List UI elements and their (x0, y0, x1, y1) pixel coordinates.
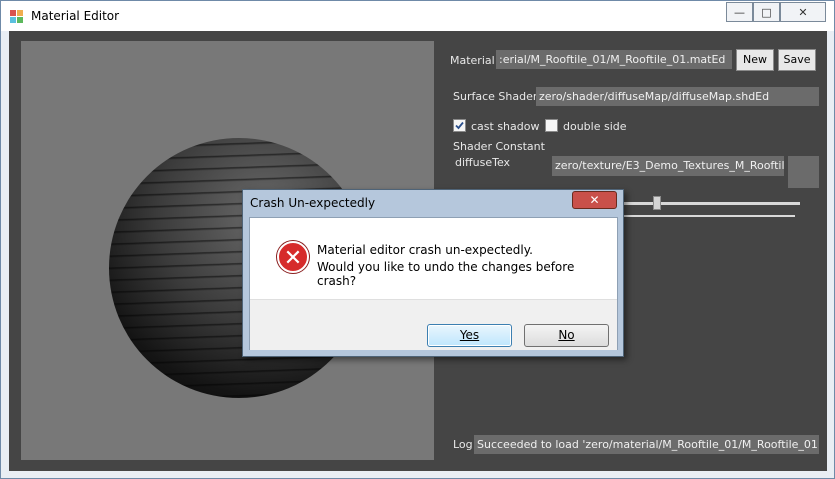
minimize-button[interactable]: — (726, 2, 753, 22)
surface-shader-field[interactable]: zero/shader/diffuseMap/diffuseMap.shdEd (536, 87, 819, 106)
double-side-checkbox[interactable] (545, 119, 558, 132)
cast-shadow-label: cast shadow (471, 120, 540, 133)
dialog-footer: Yes No (250, 299, 617, 350)
dialog-message-line1: Material editor crash un-expectedly. (317, 243, 533, 257)
dialog-message-line2: Would you like to undo the changes befor… (317, 260, 575, 288)
no-button[interactable]: No (524, 324, 609, 347)
dialog-title: Crash Un-expectedly (250, 196, 376, 210)
surface-shader-label: Surface Shader (453, 90, 538, 103)
crash-dialog: Crash Un-expectedly ✕ ✕ Material editor … (242, 189, 624, 357)
app-icon (10, 10, 23, 23)
maximize-button[interactable]: □ (753, 2, 780, 22)
window-title: Material Editor (31, 9, 120, 23)
material-path-field[interactable]: :erial/M_Rooftile_01/M_Rooftile_01.matEd (496, 50, 732, 69)
save-material-button[interactable]: Save (778, 49, 816, 71)
material-editor-window: Material Editor — □ ✕ Material :erial/M_… (0, 0, 835, 479)
yes-button[interactable]: Yes (427, 324, 512, 347)
log-field: Succeeded to load 'zero/material/M_Rooft… (474, 435, 819, 454)
diffuse-tex-field[interactable]: zero/texture/E3_Demo_Textures_M_Rooftile… (552, 156, 784, 176)
double-side-label: double side (563, 120, 627, 133)
slider-thumb[interactable] (653, 196, 661, 210)
title-bar[interactable]: Material Editor — □ ✕ (1, 1, 834, 31)
texture-preview-swatch[interactable] (788, 156, 819, 188)
shader-constant-label: Shader Constant (453, 140, 545, 153)
diffuse-tex-label: diffuseTex (455, 156, 511, 169)
dialog-body: ✕ Material editor crash un-expectedly. W… (249, 217, 618, 350)
dialog-close-button[interactable]: ✕ (572, 191, 617, 209)
material-label: Material (450, 54, 495, 67)
new-material-button[interactable]: New (736, 49, 774, 71)
cast-shadow-checkbox[interactable] (453, 119, 466, 132)
checkmark-icon (455, 121, 464, 130)
error-icon: ✕ (277, 241, 309, 273)
close-button[interactable]: ✕ (780, 2, 826, 22)
log-label: Log (453, 438, 473, 451)
